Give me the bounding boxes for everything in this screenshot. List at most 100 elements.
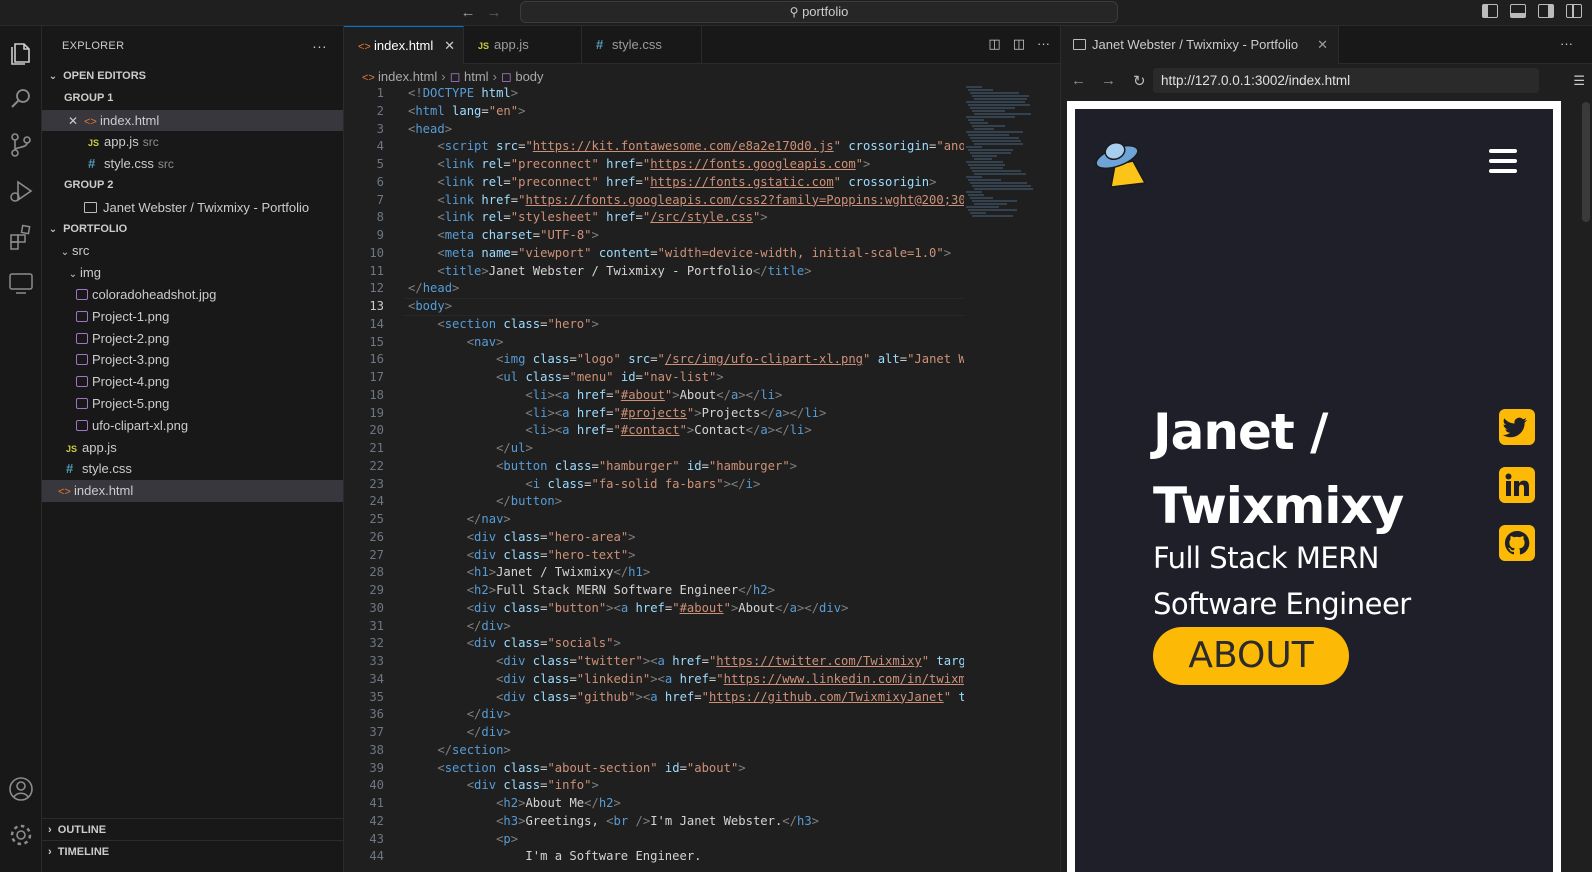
open-preview-icon[interactable]: ◫ bbox=[988, 36, 1000, 52]
forward-arrow-icon[interactable]: → bbox=[1101, 72, 1116, 89]
customize-layout-icon[interactable] bbox=[1566, 4, 1582, 18]
breadcrumb-item[interactable]: index.html bbox=[378, 69, 437, 84]
outline-section-header[interactable]: › OUTLINE bbox=[42, 818, 344, 840]
tab-app-js[interactable]: JS app.js bbox=[464, 26, 582, 64]
code-line[interactable]: 35 <div class="github"><a href="https://… bbox=[344, 689, 964, 707]
code-line[interactable]: 44 I'm a Software Engineer. bbox=[344, 848, 964, 866]
run-debug-icon[interactable] bbox=[6, 176, 36, 206]
open-editor-style-css[interactable]: # style.css src bbox=[42, 153, 343, 175]
code-line[interactable]: 22 <button class="hamburger" id="hamburg… bbox=[344, 458, 964, 476]
code-line[interactable]: 29 <h2>Full Stack MERN Software Engineer… bbox=[344, 582, 964, 600]
extensions-icon[interactable] bbox=[6, 222, 36, 252]
close-icon[interactable]: ✕ bbox=[1317, 26, 1328, 64]
code-line[interactable]: 32 <div class="socials"> bbox=[344, 635, 964, 653]
close-icon[interactable]: ✕ bbox=[68, 111, 84, 133]
about-button[interactable]: ABOUT bbox=[1153, 627, 1349, 685]
code-line[interactable]: 19 <li><a href="#projects">Projects</a><… bbox=[344, 405, 964, 423]
file-project-1[interactable]: Project-1.png bbox=[42, 306, 343, 328]
file-ufo-clipart[interactable]: ufo-clipart-xl.png bbox=[42, 415, 343, 437]
code-line[interactable]: 23 <i class="fa-solid fa-bars"></i> bbox=[344, 476, 964, 494]
twitter-icon[interactable] bbox=[1499, 409, 1535, 445]
breadcrumb-item[interactable]: body bbox=[515, 69, 543, 84]
file-project-5[interactable]: Project-5.png bbox=[42, 393, 343, 415]
github-icon[interactable] bbox=[1499, 525, 1535, 561]
url-input[interactable]: http://127.0.0.1:3002/index.html bbox=[1153, 68, 1539, 93]
code-line[interactable]: 13 <body> bbox=[344, 298, 964, 316]
ufo-logo-icon[interactable] bbox=[1093, 135, 1149, 191]
file-coloradoheadshot[interactable]: coloradoheadshot.jpg bbox=[42, 284, 343, 306]
code-line[interactable]: 42 <h3>Greetings, <br />I'm Janet Webste… bbox=[344, 813, 964, 831]
file-index-html[interactable]: <> index.html bbox=[42, 480, 343, 502]
reload-icon[interactable]: ↻ bbox=[1133, 72, 1146, 90]
explorer-files-icon[interactable] bbox=[6, 38, 36, 68]
group-2-header[interactable]: GROUP 2 bbox=[42, 175, 343, 197]
code-line[interactable]: 3 <head> bbox=[344, 121, 964, 139]
linkedin-icon[interactable] bbox=[1499, 467, 1535, 503]
open-editor-browser-preview[interactable]: Janet Webster / Twixmixy - Portfolio bbox=[42, 197, 343, 219]
code-line[interactable]: 15 <nav> bbox=[344, 334, 964, 352]
code-line[interactable]: 31 </div> bbox=[344, 618, 964, 636]
back-arrow-icon[interactable]: ← bbox=[1071, 72, 1086, 89]
code-area[interactable]: 1 <!DOCTYPE html> 2 <html lang="en"> 3 <head>… bbox=[344, 85, 964, 872]
search-icon[interactable] bbox=[6, 84, 36, 114]
file-style-css[interactable]: # style.css bbox=[42, 458, 343, 480]
code-line[interactable]: 16 <img class="logo" src="/src/img/ufo-c… bbox=[344, 351, 964, 369]
file-app-js[interactable]: JS app.js bbox=[42, 437, 343, 459]
tab-style-css[interactable]: # style.css bbox=[582, 26, 702, 64]
code-line[interactable]: 18 <li><a href="#about">About</a></li> bbox=[344, 387, 964, 405]
account-icon[interactable] bbox=[6, 774, 36, 804]
browser-menu-icon[interactable]: ☰ bbox=[1573, 73, 1585, 89]
command-center-search[interactable]: ⚲ portfolio bbox=[520, 1, 1118, 23]
code-line[interactable]: 8 <link rel="stylesheet" href="/src/styl… bbox=[344, 209, 964, 227]
more-actions-icon[interactable]: ··· bbox=[1560, 36, 1573, 51]
code-line[interactable]: 14 <section class="hero"> bbox=[344, 316, 964, 334]
file-project-3[interactable]: Project-3.png bbox=[42, 349, 343, 371]
tab-browser-preview[interactable]: Janet Webster / Twixmixy - Portfolio ✕ bbox=[1061, 26, 1339, 64]
code-line[interactable]: 37 </div> bbox=[344, 724, 964, 742]
code-line[interactable]: 27 <div class="hero-text"> bbox=[344, 547, 964, 565]
more-actions-icon[interactable]: ··· bbox=[1037, 36, 1050, 52]
folder-src[interactable]: ⌄ src bbox=[42, 240, 343, 262]
code-line[interactable]: 33 <div class="twitter"><a href="https:/… bbox=[344, 653, 964, 671]
code-line[interactable]: 41 <h2>About Me</h2> bbox=[344, 795, 964, 813]
code-line[interactable]: 7 <link href="https://fonts.googleapis.c… bbox=[344, 192, 964, 210]
code-line[interactable]: 17 <ul class="menu" id="nav-list"> bbox=[344, 369, 964, 387]
minimap[interactable] bbox=[966, 86, 1048, 526]
code-line[interactable]: 26 <div class="hero-area"> bbox=[344, 529, 964, 547]
timeline-section-header[interactable]: › TIMELINE bbox=[42, 840, 344, 862]
code-line[interactable]: 6 <link rel="preconnect" href="https://f… bbox=[344, 174, 964, 192]
file-project-2[interactable]: Project-2.png bbox=[42, 328, 343, 350]
open-editor-index-html[interactable]: ✕ <> index.html bbox=[42, 109, 343, 133]
close-icon[interactable]: ✕ bbox=[444, 27, 455, 65]
code-line[interactable]: 30 <div class="button"><a href="#about">… bbox=[344, 600, 964, 618]
code-line[interactable]: 10 <meta name="viewport" content="width=… bbox=[344, 245, 964, 263]
toggle-secondary-sidebar-icon[interactable] bbox=[1538, 4, 1554, 18]
code-line[interactable]: 4 <script src="https://kit.fontawesome.c… bbox=[344, 138, 964, 156]
open-editors-header[interactable]: ⌄ OPEN EDITORS bbox=[42, 66, 343, 88]
code-line[interactable]: 5 <link rel="preconnect" href="https://f… bbox=[344, 156, 964, 174]
portfolio-folder-header[interactable]: ⌄ PORTFOLIO bbox=[42, 219, 343, 241]
back-arrow-icon[interactable]: ← bbox=[458, 3, 478, 23]
forward-arrow-icon[interactable]: → bbox=[484, 3, 504, 23]
code-line[interactable]: 25 </nav> bbox=[344, 511, 964, 529]
source-control-icon[interactable] bbox=[6, 130, 36, 160]
remote-explorer-icon[interactable] bbox=[6, 268, 36, 298]
code-line[interactable]: 40 <div class="info"> bbox=[344, 777, 964, 795]
split-editor-icon[interactable]: ◫ bbox=[1013, 36, 1025, 52]
file-project-4[interactable]: Project-4.png bbox=[42, 371, 343, 393]
code-line[interactable]: 2 <html lang="en"> bbox=[344, 103, 964, 121]
code-line[interactable]: 36 </div> bbox=[344, 706, 964, 724]
code-line[interactable]: 39 <section class="about-section" id="ab… bbox=[344, 760, 964, 778]
code-line[interactable]: 43 <p> bbox=[344, 831, 964, 849]
code-line[interactable]: 28 <h1>Janet / Twixmixy</h1> bbox=[344, 564, 964, 582]
more-actions-icon[interactable]: ··· bbox=[312, 26, 327, 66]
code-line[interactable]: 20 <li><a href="#contact">Contact</a></l… bbox=[344, 422, 964, 440]
code-line[interactable]: 12 </head> bbox=[344, 280, 964, 298]
open-editor-app-js[interactable]: JS app.js src bbox=[42, 131, 343, 153]
code-line[interactable]: 9 <meta charset="UTF-8"> bbox=[344, 227, 964, 245]
toggle-primary-sidebar-icon[interactable] bbox=[1482, 4, 1498, 18]
toggle-panel-icon[interactable] bbox=[1510, 4, 1526, 18]
code-line[interactable]: 1 <!DOCTYPE html> bbox=[344, 85, 964, 103]
settings-gear-icon[interactable] bbox=[6, 820, 36, 850]
breadcrumb-item[interactable]: html bbox=[464, 69, 489, 84]
